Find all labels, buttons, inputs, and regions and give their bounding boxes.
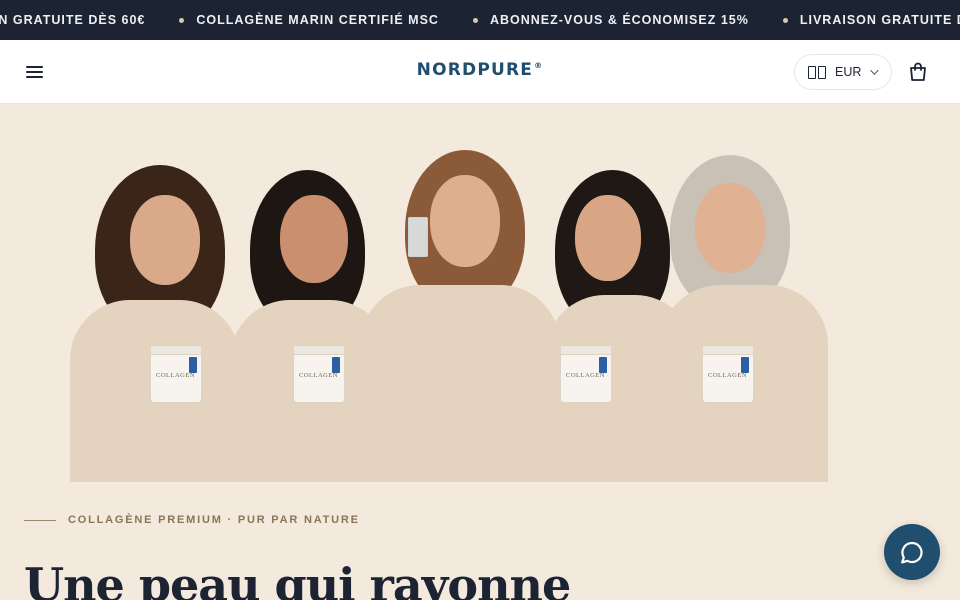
- announcement-text: LIVRAISON GRATUITE DÈS 60€: [799, 13, 960, 27]
- eyebrow-rule: [24, 519, 56, 521]
- bullet-icon: [472, 17, 478, 23]
- bullet-icon: [179, 17, 185, 23]
- cart-icon: [910, 62, 926, 81]
- chevron-down-icon: [870, 66, 880, 75]
- product-jar: COLLAGEN: [702, 345, 754, 403]
- announcement-bar: IVRAISON GRATUITE DÈS 60€ COLLAGÈNE MARI…: [0, 0, 960, 40]
- cart-button[interactable]: [906, 60, 930, 84]
- announcement-text: IVRAISON GRATUITE DÈS 60€: [0, 13, 146, 27]
- logo-text: NORDPURE: [416, 60, 534, 80]
- bullet-icon: [782, 17, 788, 23]
- hero-eyebrow: COLLAGÈNE PREMIUM · PUR PAR NATURE: [24, 514, 360, 526]
- announcement-item: ABONNEZ-VOUS & ÉCONOMISEZ 15%: [439, 13, 749, 27]
- person-figure: [70, 140, 240, 482]
- chat-button[interactable]: [884, 524, 940, 580]
- eyebrow-text: COLLAGÈNE PREMIUM · PUR PAR NATURE: [68, 514, 360, 526]
- announcement-item: LIVRAISON GRATUITE DÈS 60€: [749, 13, 960, 27]
- site-header: NORDPURE® EUR: [0, 40, 960, 104]
- currency-label: EUR: [835, 65, 862, 79]
- currency-selector[interactable]: EUR: [794, 54, 892, 90]
- person-figure: [660, 155, 828, 482]
- announcement-track: IVRAISON GRATUITE DÈS 60€ COLLAGÈNE MARI…: [0, 0, 960, 40]
- hero-title: Une peau qui rayonne: [24, 558, 571, 600]
- logo-trademark: ®: [534, 61, 544, 71]
- product-jar: COLLAGEN: [150, 345, 202, 403]
- announcement-item: COLLAGÈNE MARIN CERTIFIÉ MSC: [145, 13, 439, 27]
- chat-icon: [901, 541, 923, 564]
- hero-image: COLLAGEN COLLAGEN COLLAGEN COLLAGEN: [70, 140, 828, 482]
- announcement-text: COLLAGÈNE MARIN CERTIFIÉ MSC: [196, 13, 439, 27]
- flag-icon: [808, 65, 826, 79]
- person-figure: [360, 145, 560, 482]
- product-jar: COLLAGEN: [293, 345, 345, 403]
- product-jar: COLLAGEN: [560, 345, 612, 403]
- announcement-item: IVRAISON GRATUITE DÈS 60€: [0, 13, 145, 27]
- announcement-text: ABONNEZ-VOUS & ÉCONOMISEZ 15%: [489, 13, 749, 27]
